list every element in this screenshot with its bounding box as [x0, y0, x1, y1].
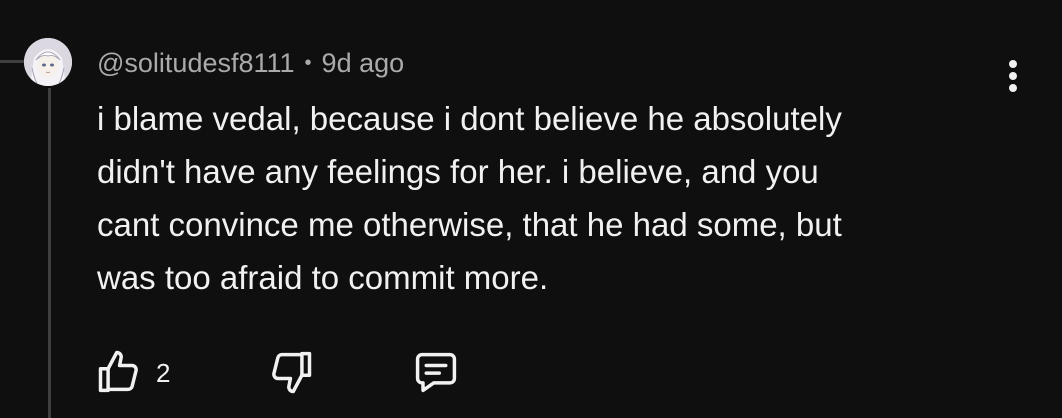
- reply-button[interactable]: [410, 346, 462, 398]
- like-count: 2: [156, 358, 171, 388]
- reply-comment-icon: [415, 352, 457, 393]
- thread-line: [48, 88, 51, 418]
- more-vertical-icon[interactable]: [996, 54, 1032, 98]
- thumbs-down-icon: [272, 351, 312, 394]
- comment-text: i blame vedal, because i dont believe he…: [97, 100, 842, 296]
- comment-thread: @solitudesf8111 • 9d ago i blame vedal, …: [0, 0, 1062, 418]
- thread-connector-line: [0, 60, 24, 63]
- author-handle[interactable]: @solitudesf8111: [97, 48, 295, 79]
- comment-header: @solitudesf8111 • 9d ago: [97, 46, 404, 80]
- avatar[interactable]: [24, 38, 72, 86]
- like-button[interactable]: 2: [94, 346, 170, 398]
- thumbs-up-icon: [98, 350, 138, 393]
- comment-timestamp[interactable]: 9d ago: [322, 48, 405, 79]
- dislike-button[interactable]: [264, 346, 316, 398]
- meta-separator: •: [304, 51, 312, 74]
